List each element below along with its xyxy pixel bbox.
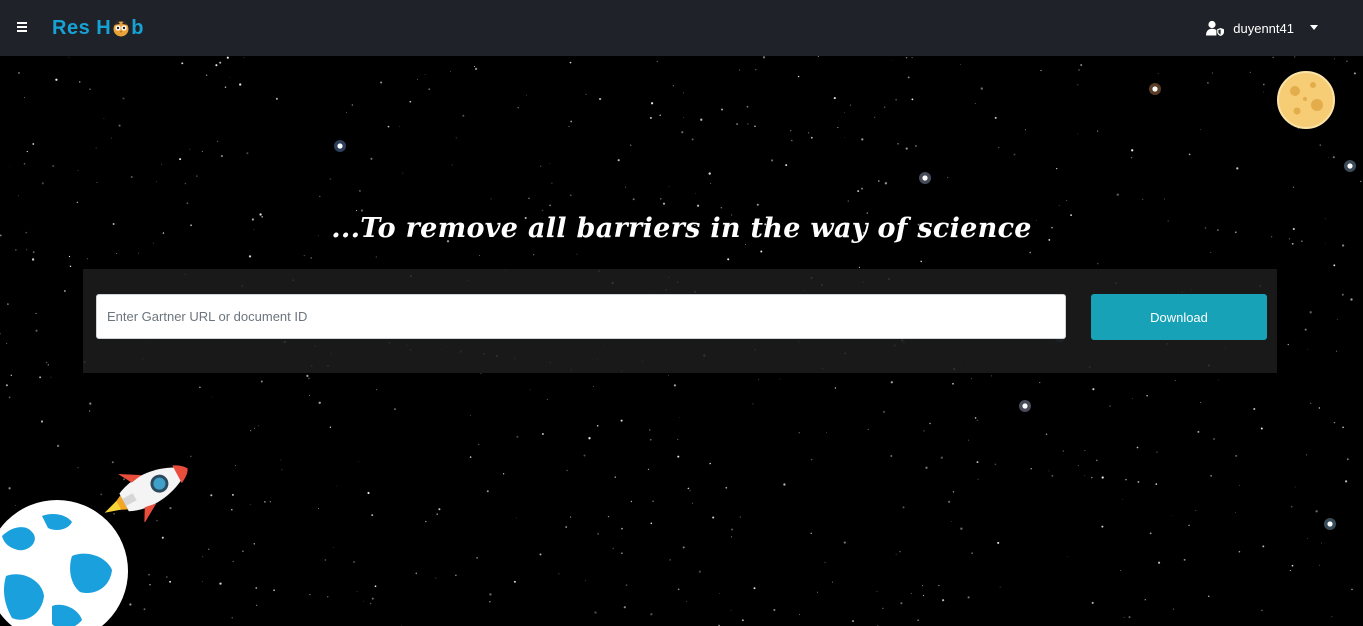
download-button[interactable]: Download [1091,294,1267,340]
user-menu[interactable]: duyennt41 [1206,16,1318,40]
hamburger-icon[interactable] [15,20,29,36]
username: duyennt41 [1233,20,1294,36]
document-id-input[interactable] [96,294,1066,339]
caret-down-icon[interactable] [1310,24,1318,30]
search-panel: Download [83,269,1277,373]
moon-icon [1277,71,1335,129]
logo-text-start: Res H [52,17,112,39]
logo-text-end: b [131,17,144,39]
owl-mascot-icon [113,20,129,37]
top-navbar: Res H b duyennt41 [0,0,1363,56]
starfield-hero: ...To remove all barriers in the way of … [0,56,1363,626]
earth-icon [0,500,128,626]
logo[interactable]: Res H b [52,14,144,42]
user-shield-icon [1206,20,1225,36]
tagline: ...To remove all barriers in the way of … [331,213,1032,244]
